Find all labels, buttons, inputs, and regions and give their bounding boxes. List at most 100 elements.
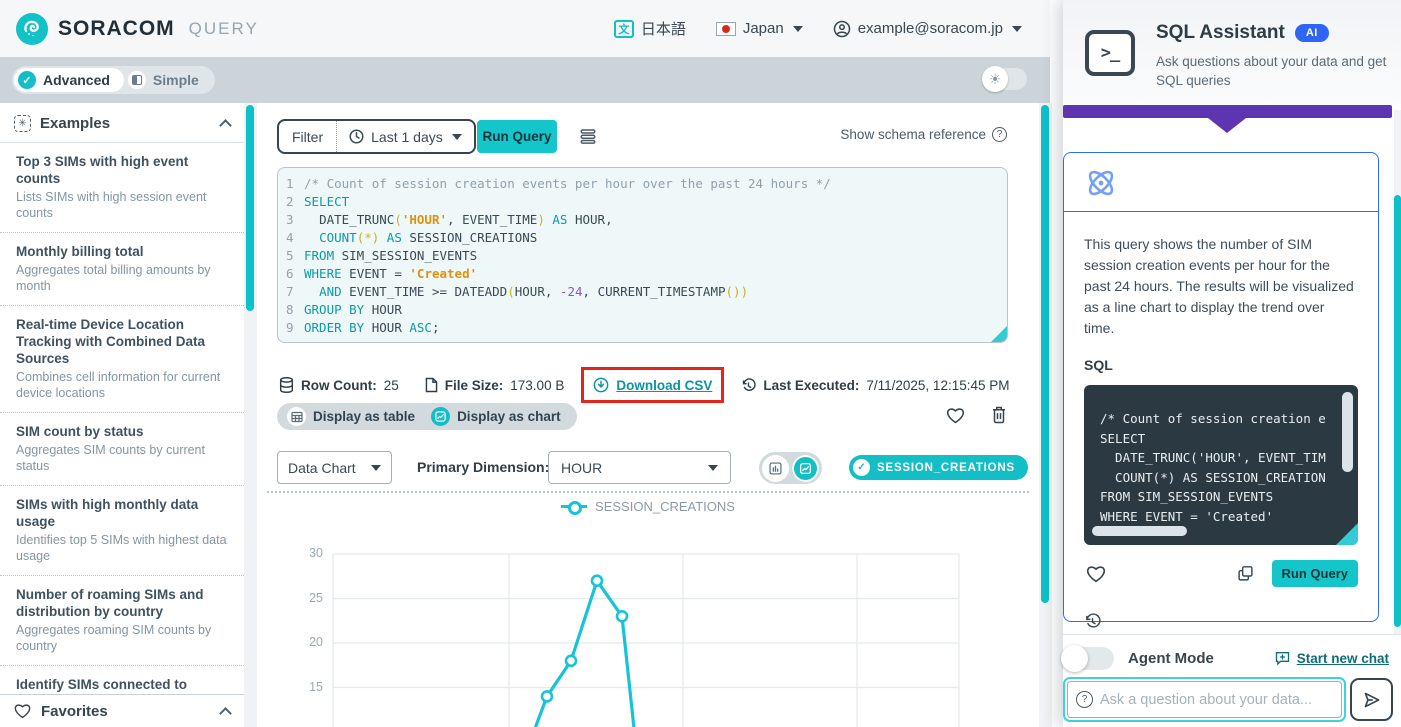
- delete-query-button[interactable]: [991, 406, 1007, 424]
- editor-code-line: 7 AND EVENT_TIME >= DATEADD(HOUR, -24, C…: [286, 283, 1007, 301]
- account-email: example@soracom.jp: [858, 20, 1003, 37]
- y-axis-tick-label: 15: [299, 680, 323, 694]
- check-icon: ✓: [853, 459, 870, 476]
- assistant-run-query-button[interactable]: Run Query: [1272, 560, 1358, 587]
- simple-mode-icon: [128, 71, 146, 89]
- primary-dimension-select[interactable]: HOUR: [548, 451, 731, 484]
- favorites-header[interactable]: Favorites: [0, 694, 244, 727]
- language-switcher[interactable]: 文 日本語: [614, 18, 686, 39]
- last-executed-value: 7/11/2025, 12:15:45 PM: [866, 378, 1009, 393]
- display-as-table-button[interactable]: Display as table: [281, 407, 421, 426]
- bar-chart-button[interactable]: [762, 455, 789, 482]
- example-description: Aggregates total billing amounts by mont…: [16, 262, 228, 294]
- example-list-item[interactable]: Top 3 SIMs with high event countsLists S…: [0, 143, 244, 233]
- chevron-down-icon: [371, 465, 381, 471]
- chevron-up-icon[interactable]: [219, 119, 232, 132]
- assistant-code-line: /* Count of session creation e: [1100, 409, 1358, 429]
- editor-code-line: 8GROUP BY HOUR: [286, 301, 1007, 319]
- code-vscrollbar[interactable]: [1342, 392, 1353, 472]
- chart-kind-toggle: [759, 452, 822, 484]
- download-csv-link[interactable]: Download CSV: [593, 377, 712, 393]
- assistant-scrollbar-track[interactable]: [1394, 110, 1401, 634]
- run-query-button[interactable]: Run Query: [477, 120, 557, 153]
- filter-control: Filter Last 1 days: [277, 119, 476, 154]
- question-icon: ?: [1076, 691, 1093, 708]
- example-list-item[interactable]: Number of roaming SIMs and distribution …: [0, 576, 244, 666]
- line-chart-button[interactable]: [792, 455, 819, 482]
- example-list-item[interactable]: SIM count by statusAggregates SIM counts…: [0, 413, 244, 486]
- ai-badge: AI: [1295, 24, 1329, 42]
- line-number: 1: [286, 175, 304, 193]
- chevron-up-icon[interactable]: [219, 707, 232, 720]
- assistant-scrollbar-thumb[interactable]: [1394, 195, 1401, 627]
- example-list-item[interactable]: SIMs with high monthly data usageIdentif…: [0, 486, 244, 576]
- coverage-selector[interactable]: Japan: [716, 20, 803, 37]
- agent-mode-toggle[interactable]: [1063, 647, 1114, 670]
- mode-simple-button[interactable]: Simple: [124, 68, 213, 92]
- sidebar-scrollbar-thumb[interactable]: [246, 105, 254, 311]
- filter-button[interactable]: Filter: [279, 121, 337, 152]
- ask-question-input[interactable]: [1100, 692, 1333, 708]
- simple-label: Simple: [153, 72, 199, 88]
- copy-sql-button[interactable]: [1237, 565, 1254, 582]
- mode-toggle: ✓ Advanced Simple: [12, 66, 215, 94]
- y-axis-tick-label: 20: [299, 635, 323, 649]
- assistant-header: >_ SQL Assistant AI Ask questions about …: [1063, 0, 1401, 104]
- bar-chart-icon: [769, 462, 782, 475]
- series-badge[interactable]: ✓ SESSION_CREATIONS: [849, 455, 1028, 480]
- app-header: SORACOM QUERY 文 日本語 Japan example@soraco…: [0, 0, 1050, 57]
- copy-icon: [1237, 565, 1254, 582]
- favorite-query-button[interactable]: [946, 406, 965, 424]
- assistant-code-line: COUNT(*) AS SESSION_CREATION: [1100, 468, 1358, 488]
- primary-dimension-value: HOUR: [561, 460, 602, 476]
- code-hscrollbar[interactable]: [1092, 526, 1187, 536]
- assistant-code-block[interactable]: /* Count of session creation eSELECT DAT…: [1084, 385, 1358, 545]
- account-menu[interactable]: example@soracom.jp: [833, 20, 1022, 38]
- chevron-down-icon: [1012, 26, 1022, 32]
- sidebar-scrollbar-track[interactable]: [244, 103, 257, 727]
- japan-flag-icon: [716, 22, 736, 36]
- chevron-down-icon: [452, 134, 462, 140]
- chart-type-select[interactable]: Data Chart: [277, 451, 392, 484]
- editor-resize-handle[interactable]: [991, 326, 1007, 342]
- example-list-item[interactable]: Real-time Device Location Tracking with …: [0, 306, 244, 413]
- history-button[interactable]: [1084, 613, 1101, 630]
- mode-strip: ✓ Advanced Simple ☀: [0, 57, 1050, 103]
- terminal-icon: >_: [1085, 30, 1135, 76]
- example-list-item[interactable]: Monthly billing totalAggregates total bi…: [0, 233, 244, 306]
- code-resize-handle[interactable]: [1336, 523, 1358, 545]
- format-sql-icon[interactable]: [579, 127, 597, 145]
- time-range-dropdown[interactable]: Last 1 days: [337, 129, 474, 145]
- heart-icon: [14, 703, 31, 719]
- heart-icon: [946, 407, 965, 424]
- file-size-stat: File Size:173.00 B: [425, 377, 565, 393]
- main-scrollbar-thumb[interactable]: [1041, 105, 1049, 603]
- clock-icon: [349, 129, 364, 144]
- line-number: 6: [286, 265, 304, 283]
- chart-legend[interactable]: SESSION_CREATIONS: [257, 499, 1039, 514]
- line-number: 4: [286, 229, 304, 247]
- examples-header[interactable]: ✳ Examples: [0, 103, 244, 143]
- examples-sidebar: ✳ Examples Top 3 SIMs with high event co…: [0, 103, 244, 727]
- example-description: Combines cell information for current de…: [16, 369, 228, 401]
- start-new-chat-link[interactable]: Start new chat: [1274, 650, 1389, 666]
- heart-icon: [1086, 565, 1106, 583]
- mode-advanced-button[interactable]: ✓ Advanced: [14, 68, 124, 92]
- favorite-suggestion-button[interactable]: [1086, 565, 1106, 583]
- display-as-chart-button[interactable]: Display as chart: [425, 407, 567, 426]
- line-chart-svg: [331, 544, 961, 727]
- line-number: 7: [286, 283, 304, 301]
- assistant-message: This query shows the number of SIM sessi…: [1084, 234, 1358, 339]
- chart-type-value: Data Chart: [288, 460, 356, 476]
- sql-editor[interactable]: 1/* Count of session creation events per…: [277, 167, 1008, 343]
- ask-input-wrap: ?: [1063, 677, 1346, 722]
- theme-toggle[interactable]: ☀: [983, 68, 1027, 90]
- line-number: 2: [286, 193, 304, 211]
- table-icon: [287, 407, 306, 426]
- line-chart-icon: [799, 462, 812, 475]
- send-button[interactable]: [1350, 678, 1393, 721]
- editor-code-line: 4 COUNT(*) AS SESSION_CREATIONS: [286, 229, 1007, 247]
- show-schema-reference-link[interactable]: Show schema reference ?: [840, 127, 1007, 142]
- soracom-logo-icon: [16, 13, 48, 45]
- query-main-panel: Filter Last 1 days Run Query Show schema…: [257, 103, 1039, 727]
